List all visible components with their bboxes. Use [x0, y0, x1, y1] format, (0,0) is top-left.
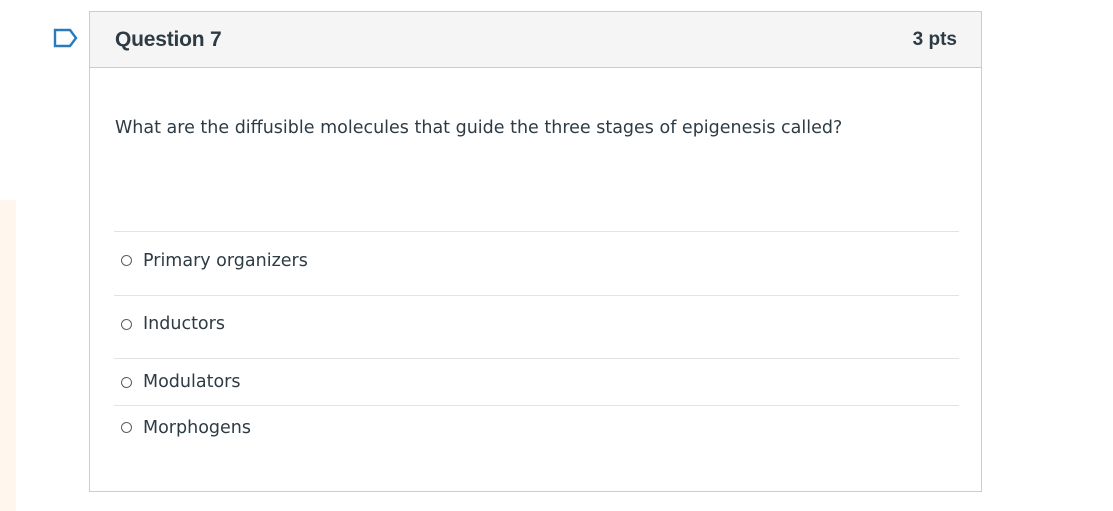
- answer-label: Primary organizers: [143, 250, 308, 271]
- left-edge-highlight: [0, 200, 16, 511]
- answer-option[interactable]: Morphogens: [114, 405, 959, 451]
- question-card: Question 7 3 pts What are the diffusible…: [89, 11, 982, 492]
- answer-label: Morphogens: [143, 417, 251, 438]
- question-header: Question 7 3 pts: [90, 12, 981, 68]
- question-text: What are the diffusible molecules that g…: [115, 118, 843, 138]
- question-points: 3 pts: [912, 28, 957, 50]
- radio-button[interactable]: [121, 422, 132, 433]
- answer-list: Primary organizers Inductors Modulators …: [114, 231, 959, 451]
- answer-option[interactable]: Inductors: [114, 295, 959, 358]
- bookmark-flag-icon[interactable]: [53, 28, 79, 48]
- answer-option[interactable]: Primary organizers: [114, 231, 959, 295]
- radio-button[interactable]: [121, 255, 132, 266]
- answer-option[interactable]: Modulators: [114, 358, 959, 405]
- radio-button[interactable]: [121, 318, 132, 330]
- radio-button[interactable]: [121, 376, 132, 388]
- question-title: Question 7: [115, 27, 222, 51]
- answer-label: Inductors: [143, 314, 225, 334]
- answer-label: Modulators: [143, 372, 241, 392]
